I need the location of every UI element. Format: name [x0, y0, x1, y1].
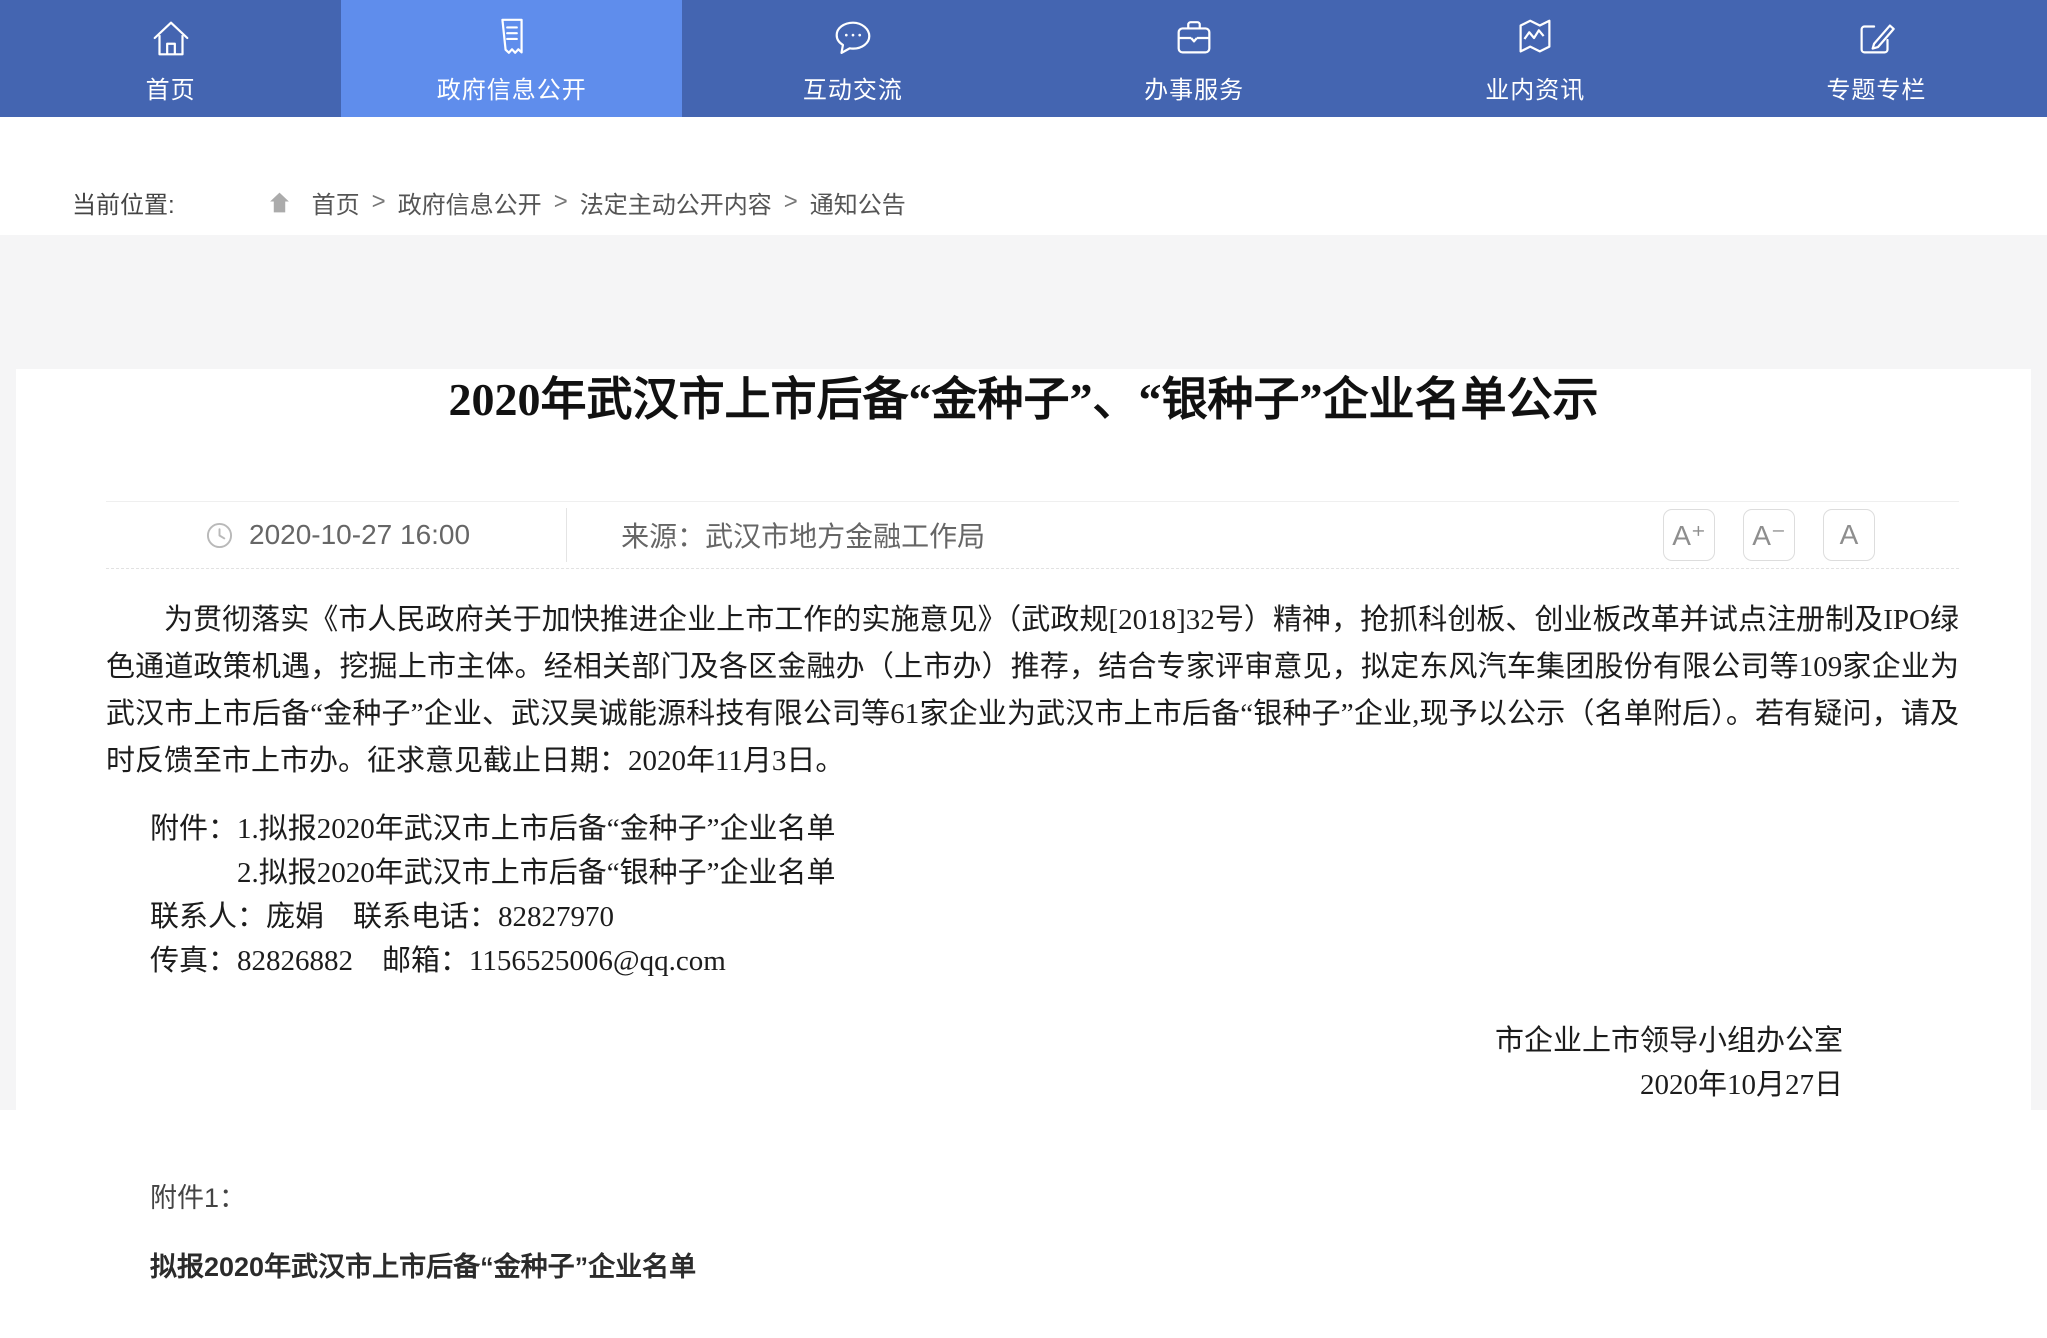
meta-divider: [566, 508, 567, 562]
content-band: 当前位置: 首页 > 政府信息公开 > 法定主动公开内容 > 通知公告 2020…: [0, 169, 2047, 1110]
nav-label: 首页: [146, 70, 196, 105]
nav-item-industry-news[interactable]: 业内资讯: [1365, 0, 1706, 117]
article-meta: 2020-10-27 16:00 来源：武汉市地方金融工作局 A⁺ A⁻ A: [106, 501, 1959, 569]
document-icon: [489, 15, 535, 61]
font-increase-button[interactable]: A⁺: [1663, 509, 1715, 561]
font-reset-button[interactable]: A: [1823, 509, 1875, 561]
nav-item-gov-info[interactable]: 政府信息公开: [341, 0, 682, 117]
nav-label: 办事服务: [1144, 70, 1244, 105]
nav-label: 政府信息公开: [437, 70, 587, 105]
page-title: 2020年武汉市上市后备“金种子”、“银种子”企业名单公示: [16, 369, 2031, 431]
breadcrumb-separator: >: [784, 188, 798, 216]
breadcrumb-label: 当前位置:: [72, 185, 175, 220]
attachment-line-2: 2.拟报2020年武汉市上市后备“银种子”企业名单: [237, 851, 1959, 895]
home-icon: [267, 190, 292, 215]
attachment-block: 附件：1.拟报2020年武汉市上市后备“金种子”企业名单 2.拟报2020年武汉…: [150, 807, 1959, 983]
card-area: 2020年武汉市上市后备“金种子”、“银种子”企业名单公示 2020-10-27…: [0, 235, 2047, 1338]
signature-block: 市企业上市领导小组办公室 2020年10月27日: [106, 1019, 1959, 1107]
page: 首页 政府信息公开 互动交流 办事: [0, 0, 2047, 1338]
nav-label: 互动交流: [803, 70, 903, 105]
breadcrumb-item-gov-info[interactable]: 政府信息公开: [398, 185, 542, 220]
font-decrease-button[interactable]: A⁻: [1743, 509, 1795, 561]
article-content: 2020-10-27 16:00 来源：武汉市地方金融工作局 A⁺ A⁻ A 为…: [16, 501, 2031, 1283]
contact-line: 联系人：庞娟 联系电话：82827970: [150, 895, 1959, 939]
edit-icon: [1853, 15, 1899, 61]
map-icon: [1512, 15, 1558, 61]
breadcrumb-item-legal-disclosure[interactable]: 法定主动公开内容: [580, 185, 772, 220]
publish-time: 2020-10-27 16:00: [249, 519, 470, 551]
fax-line: 传真：82826882 邮箱：1156525006@qq.com: [150, 939, 1959, 983]
nav-label: 专题专栏: [1826, 70, 1926, 105]
briefcase-icon: [1171, 15, 1217, 61]
article-paragraph: 为贯彻落实《市人民政府关于加快推进企业上市工作的实施意见》（武政规[2018]3…: [106, 597, 1959, 785]
article-source: 来源：武汉市地方金融工作局: [621, 515, 985, 555]
nav-item-home[interactable]: 首页: [0, 0, 341, 117]
font-size-controls: A⁺ A⁻ A: [1663, 509, 1875, 561]
breadcrumb: 当前位置: 首页 > 政府信息公开 > 法定主动公开内容 > 通知公告: [0, 169, 2047, 235]
home-icon: [148, 15, 194, 61]
breadcrumb-item-notices[interactable]: 通知公告: [810, 185, 906, 220]
nav-item-special-topics[interactable]: 专题专栏: [1706, 0, 2047, 117]
signature-office: 市企业上市领导小组办公室: [106, 1019, 1843, 1063]
top-navigation: 首页 政府信息公开 互动交流 办事: [0, 0, 2047, 117]
article-body: 为贯彻落实《市人民政府关于加快推进企业上市工作的实施意见》（武政规[2018]3…: [106, 597, 1959, 1107]
nav-item-interaction[interactable]: 互动交流: [682, 0, 1023, 117]
clock-icon: [206, 522, 233, 549]
breadcrumb-separator: >: [372, 188, 386, 216]
breadcrumb-item-home[interactable]: 首页: [312, 185, 360, 220]
article-card: 2020年武汉市上市后备“金种子”、“银种子”企业名单公示 2020-10-27…: [16, 369, 2031, 1338]
breadcrumb-separator: >: [554, 188, 568, 216]
appendix-label: 附件1：: [150, 1183, 1959, 1213]
signature-date: 2020年10月27日: [106, 1063, 1843, 1107]
appendix-title: 拟报2020年武汉市上市后备“金种子”企业名单: [150, 1251, 1959, 1283]
chat-icon: [830, 15, 876, 61]
nav-item-services[interactable]: 办事服务: [1024, 0, 1365, 117]
attachment-line-1: 附件：1.拟报2020年武汉市上市后备“金种子”企业名单: [150, 807, 1959, 851]
nav-label: 业内资讯: [1485, 70, 1585, 105]
